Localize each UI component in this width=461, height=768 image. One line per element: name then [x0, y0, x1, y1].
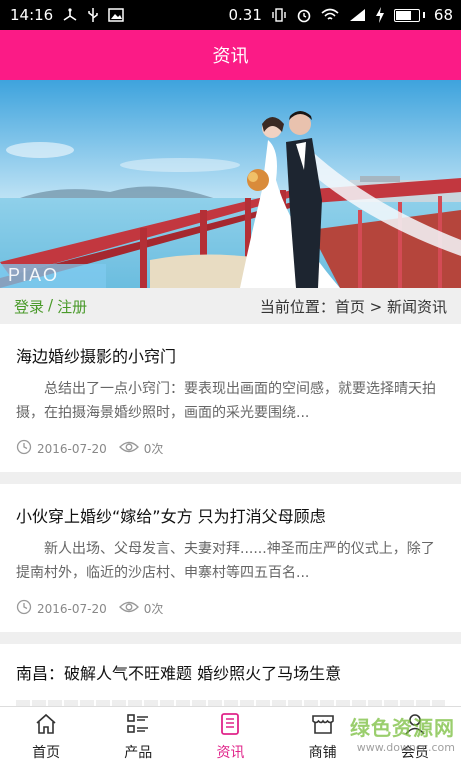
- document-icon: [218, 713, 242, 739]
- network-share-icon: [62, 8, 78, 22]
- article-date: 2016-07-20: [37, 441, 107, 456]
- home-icon: [34, 713, 58, 739]
- clock-icon: [16, 439, 32, 458]
- banner-image[interactable]: PIAO: [0, 80, 461, 288]
- status-time: 14:16: [10, 6, 54, 24]
- article-meta: 2016-07-20 0次: [16, 599, 445, 618]
- app-header: 资讯: [0, 30, 461, 80]
- location-bar: 登录 / 注册 当前位置：首页 > 新闻资讯: [0, 288, 461, 324]
- alarm-icon: [296, 7, 312, 23]
- signal-icon: [348, 8, 366, 22]
- article-views: 0次: [143, 602, 164, 616]
- article-item[interactable]: 海边婚纱摄影的小窍门 总结出了一点小窍门：要表现出画面的空间感，就要选择晴天拍摄…: [0, 324, 461, 472]
- wifi-icon: [321, 8, 339, 22]
- article-summary: 新人出场、父母发言、夫妻对拜......神圣而庄严的仪式上，除了提南村外，临近的…: [16, 541, 435, 581]
- article-summary: 总结出了一点小窍门：要表现出画面的空间感，就要选择晴天拍摄，在拍摄海景婚纱照时，…: [16, 381, 436, 421]
- divider: [0, 472, 461, 484]
- nav-home[interactable]: 首页: [6, 713, 86, 762]
- article-date: 2016-07-20: [37, 601, 107, 616]
- breadcrumb: 当前位置：首页 > 新闻资讯: [259, 297, 447, 316]
- charging-icon: [375, 7, 385, 23]
- data-speed: 0.31: [228, 6, 262, 24]
- article-title[interactable]: 小伙穿上婚纱“嫁给”女方 只为打消父母顾虑: [16, 503, 445, 526]
- image-icon: [108, 8, 124, 22]
- status-bar: 14:16 0.31 68: [0, 0, 461, 30]
- auth-separator: /: [48, 295, 54, 314]
- nav-home-label: 首页: [32, 745, 61, 761]
- nav-member[interactable]: 会员: [375, 713, 455, 762]
- battery-level: 68: [433, 6, 453, 24]
- login-link[interactable]: 登录: [14, 296, 44, 317]
- page-title: 资讯: [212, 46, 249, 67]
- article-item[interactable]: 小伙穿上婚纱“嫁给”女方 只为打消父母顾虑 新人出场、父母发言、夫妻对拜....…: [0, 484, 461, 632]
- nav-store-label: 商铺: [308, 745, 337, 761]
- nav-products-label: 产品: [124, 745, 153, 761]
- clock-icon: [16, 599, 32, 618]
- divider: [0, 632, 461, 644]
- store-icon: [311, 713, 335, 739]
- battery-icon: [393, 8, 425, 22]
- article-title[interactable]: 南昌：破解人气不旺难题 婚纱照火了马场生意: [16, 660, 445, 683]
- nav-products[interactable]: 产品: [98, 713, 178, 762]
- article-meta: 2016-07-20 0次: [16, 439, 445, 458]
- nav-news[interactable]: 资讯: [190, 713, 270, 762]
- vibrate-icon: [271, 8, 287, 22]
- register-link[interactable]: 注册: [57, 296, 87, 317]
- user-icon: [403, 713, 427, 739]
- bottom-nav: 首页 产品 资讯 商铺 会员: [0, 706, 461, 768]
- eye-icon: [118, 440, 139, 457]
- banner-logo-text: PIAO: [8, 265, 60, 285]
- article-item[interactable]: 南昌：破解人气不旺难题 婚纱照火了马场生意: [0, 644, 461, 706]
- usb-icon: [87, 7, 99, 23]
- article-views: 0次: [143, 442, 164, 456]
- auth-links: 登录 / 注册: [14, 296, 87, 317]
- nav-news-label: 资讯: [216, 745, 245, 761]
- article-title[interactable]: 海边婚纱摄影的小窍门: [16, 343, 445, 366]
- grid-list-icon: [126, 713, 150, 739]
- nav-member-label: 会员: [400, 745, 429, 761]
- eye-icon: [118, 600, 139, 617]
- nav-store[interactable]: 商铺: [283, 713, 363, 762]
